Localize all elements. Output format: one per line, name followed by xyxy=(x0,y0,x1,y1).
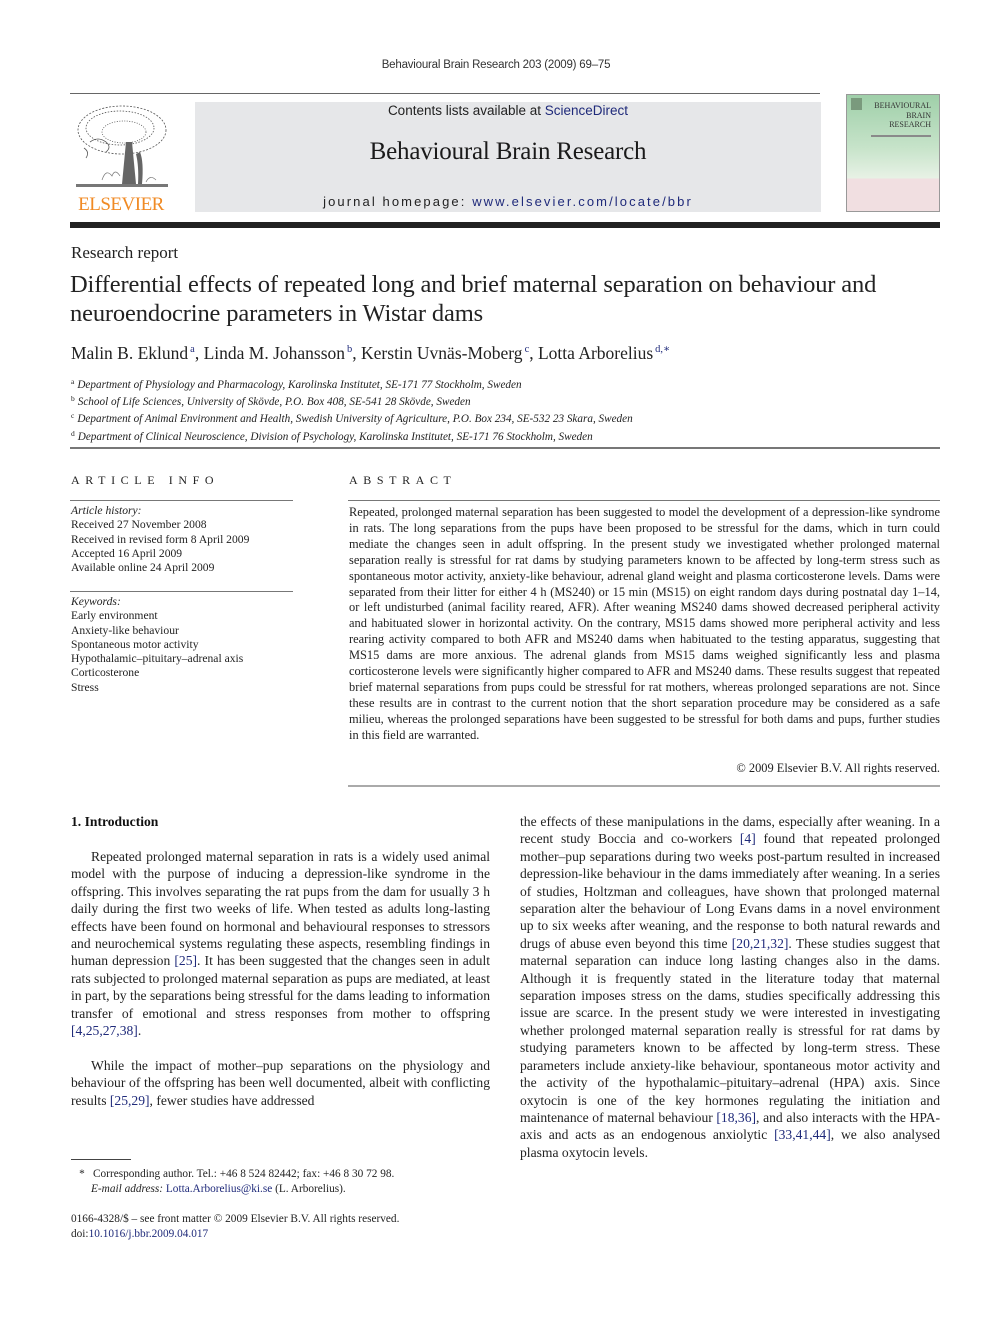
cover-publisher-badge-icon xyxy=(851,98,862,110)
affiliation-text: Department of Clinical Neuroscience, Div… xyxy=(77,430,593,443)
footnote-rule xyxy=(71,1159,131,1160)
keywords: Keywords: Early environment Anxiety-like… xyxy=(71,595,243,695)
citation-link[interactable]: [4] xyxy=(740,831,756,846)
journal-cover-thumbnail[interactable]: BEHAVIOURAL BRAIN RESEARCH xyxy=(846,94,940,212)
keyword: Hypothalamic–pituitary–adrenal axis xyxy=(71,652,244,666)
sciencedirect-link[interactable]: ScienceDirect xyxy=(545,103,628,118)
introduction-heading: 1. Introduction xyxy=(71,814,159,829)
affiliation-text: Department of Physiology and Pharmacolog… xyxy=(77,379,522,391)
citation-link[interactable]: [25] xyxy=(174,953,197,968)
article-type: Research report xyxy=(71,243,179,262)
top-rule xyxy=(70,93,820,94)
abstract-heading: ABSTRACT xyxy=(349,473,457,487)
paragraph-text: . xyxy=(137,1023,142,1039)
email-suffix: (L. Arborelius). xyxy=(272,1183,346,1195)
cover-subtitle-bar xyxy=(871,135,931,137)
homepage-link[interactable]: www.elsevier.com/locate/bbr xyxy=(472,194,693,209)
citation-link[interactable]: [4,25,27,38] xyxy=(71,1023,138,1038)
author-name[interactable]: Linda M. Johansson xyxy=(204,343,345,363)
history-label: Article history: xyxy=(71,504,142,517)
author-separator: , xyxy=(194,343,204,363)
affiliation: d Department of Clinical Neuroscience, Di… xyxy=(71,427,633,444)
history-item: Accepted 16 April 2009 xyxy=(71,546,183,560)
abstract-text: Repeated, prolonged maternal separation … xyxy=(349,505,940,742)
affiliation-mark: a xyxy=(71,377,75,386)
keyword: Spontaneous motor activity xyxy=(71,637,199,651)
affiliation: c Department of Animal Environment and He… xyxy=(71,409,633,426)
affiliation: a Department of Physiology and Pharmacolo… xyxy=(71,375,633,392)
intro-paragraph-2: While the impact of mother–pup separatio… xyxy=(71,1057,490,1109)
paragraph-text: Repeated prolonged maternal separation i… xyxy=(71,849,490,969)
issn-line: 0166-4328/$ – see front matter © 2009 El… xyxy=(71,1213,400,1225)
article-info-rule xyxy=(70,500,293,501)
contents-line: Contents lists available at ScienceDirec… xyxy=(195,103,821,118)
abstract-rule xyxy=(348,500,940,501)
corresponding-author-footnote: * Corresponding author. Tel.: +46 8 524 8… xyxy=(71,1167,394,1197)
article-title: Differential effects of repeated long an… xyxy=(70,271,877,327)
author-separator: , xyxy=(352,343,362,363)
abstract-end-rule xyxy=(348,785,940,787)
elsevier-tree-icon xyxy=(76,105,168,187)
author-separator: , xyxy=(529,343,538,363)
corresponding-text: Corresponding author. Tel.: +46 8 524 82… xyxy=(93,1168,395,1180)
affiliation-mark: d xyxy=(71,428,75,438)
affiliation-text: Department of Animal Environment and Hea… xyxy=(77,413,633,426)
affiliations-divider xyxy=(70,447,940,449)
intro-paragraph-2-continued: the effects of these manipulations in th… xyxy=(520,813,940,1161)
header-divider xyxy=(70,222,940,228)
running-head: Behavioural Brain Research 203 (2009) 69… xyxy=(381,59,611,71)
citation-link[interactable]: [33,41,44] xyxy=(774,1127,831,1142)
affiliation-mark: c xyxy=(71,411,75,421)
email-label: E-mail address: xyxy=(91,1183,164,1195)
homepage-prefix: journal homepage: xyxy=(323,194,473,209)
affiliation: b School of Life Sciences, University of … xyxy=(71,392,633,409)
citation-link[interactable]: [20,21,32] xyxy=(732,936,789,951)
keyword: Early environment xyxy=(71,609,158,623)
author-name[interactable]: Malin B. Eklund xyxy=(71,343,188,363)
contents-prefix: Contents lists available at xyxy=(387,103,545,118)
affiliation-text: School of Life Sciences, University of S… xyxy=(77,396,471,409)
affiliations: a Department of Physiology and Pharmacolo… xyxy=(71,375,633,444)
paragraph-text: found that repeated prolonged mother–pup… xyxy=(520,831,940,951)
keywords-label: Keywords: xyxy=(71,595,121,608)
footnote-star: * xyxy=(79,1168,85,1180)
keyword: Anxiety-like behaviour xyxy=(71,623,179,637)
author-name[interactable]: Kerstin Uvnäs-Moberg xyxy=(361,343,523,363)
elsevier-logo[interactable]: ELSEVIER xyxy=(68,102,174,215)
front-matter: 0166-4328/$ – see front matter © 2009 El… xyxy=(71,1212,399,1242)
history-item: Received 27 November 2008 xyxy=(71,518,207,532)
keyword: Stress xyxy=(71,680,99,694)
paragraph-text: , fewer studies have addressed xyxy=(149,1092,315,1108)
keyword: Corticosterone xyxy=(71,666,140,680)
paragraph-text: . These studies suggest that maternal se… xyxy=(520,935,940,1125)
doi-prefix: doi: xyxy=(71,1228,89,1240)
cover-title: BEHAVIOURAL BRAIN RESEARCH xyxy=(874,101,931,129)
history-item: Received in revised form 8 April 2009 xyxy=(71,532,250,546)
citation-link[interactable]: [18,36] xyxy=(716,1110,756,1125)
doi-link[interactable]: 10.1016/j.bbr.2009.04.017 xyxy=(89,1228,209,1240)
abstract-copyright: © 2009 Elsevier B.V. All rights reserved… xyxy=(736,761,940,775)
intro-paragraph-1: Repeated prolonged maternal separation i… xyxy=(71,848,490,1039)
journal-homepage: journal homepage: www.elsevier.com/locat… xyxy=(195,194,821,209)
author-name[interactable]: Lotta Arborelius xyxy=(538,343,653,363)
article-info-heading: ARTICLE INFO xyxy=(71,473,220,487)
affiliation-mark[interactable]: d,∗ xyxy=(655,344,670,355)
author-list: Malin B. Eklund a, Linda M. Johansson b, K… xyxy=(71,343,670,364)
elsevier-wordmark: ELSEVIER xyxy=(78,194,164,215)
journal-banner: Contents lists available at ScienceDirec… xyxy=(195,102,821,212)
journal-title: Behavioural Brain Research xyxy=(369,138,647,165)
article-history: Article history: Received 27 November 20… xyxy=(71,504,249,575)
affiliation-mark: b xyxy=(71,394,75,404)
keywords-rule xyxy=(70,591,293,592)
email-link[interactable]: Lotta.Arborelius@ki.se xyxy=(166,1183,272,1195)
citation-link[interactable]: [25,29] xyxy=(110,1093,150,1108)
history-item: Available online 24 April 2009 xyxy=(71,561,215,575)
